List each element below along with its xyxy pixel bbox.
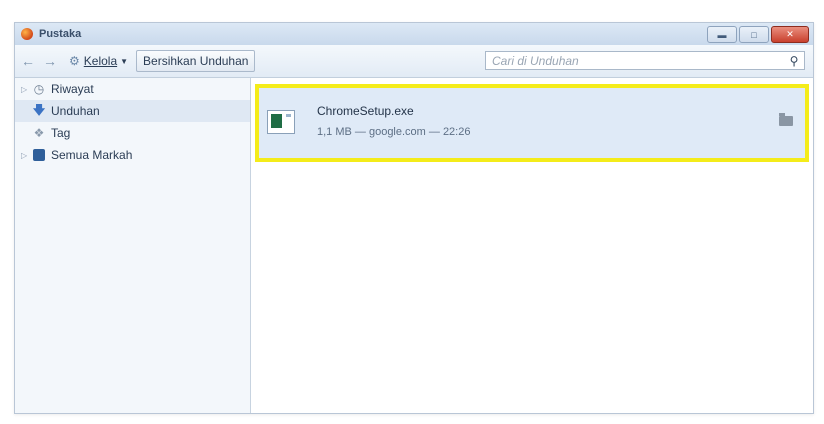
download-filename: ChromeSetup.exe <box>317 104 414 118</box>
library-window: Pustaka ▬ □ ✕ ← → ⚙ Kelola ▼ Bersihkan U… <box>14 22 814 414</box>
close-button[interactable]: ✕ <box>771 26 809 43</box>
organize-icon: ⚙ <box>69 54 80 68</box>
download-details: 1,1 MB — google.com — 22:26 <box>317 126 471 138</box>
search-box: ⚲ <box>485 51 805 70</box>
sidebar-item-downloads[interactable]: 🡇 Unduhan <box>15 100 250 122</box>
forward-arrow-icon[interactable]: → <box>41 53 59 69</box>
sidebar-item-label: Semua Markah <box>51 148 133 162</box>
minimize-button[interactable]: ▬ <box>707 26 737 43</box>
clear-downloads-label: Bersihkan Unduhan <box>143 54 249 68</box>
maximize-button[interactable]: □ <box>739 26 769 43</box>
manage-menu-button[interactable]: ⚙ Kelola ▼ <box>69 54 128 68</box>
window-title: Pustaka <box>39 28 82 40</box>
sidebar-item-all-bookmarks[interactable]: ▷ Semua Markah <box>15 144 250 166</box>
expand-arrow-icon[interactable]: ▷ <box>21 85 31 94</box>
download-icon: 🡇 <box>32 102 46 117</box>
download-item[interactable]: ChromeSetup.exe 1,1 MB — google.com — 22… <box>255 84 809 162</box>
minimize-icon: ▬ <box>717 29 727 40</box>
sidebar-item-label: Tag <box>51 126 71 140</box>
exe-file-icon <box>267 110 295 134</box>
titlebar[interactable]: Pustaka ▬ □ ✕ <box>15 23 813 45</box>
history-icon: ◷ <box>33 82 45 96</box>
downloads-list: ChromeSetup.exe 1,1 MB — google.com — 22… <box>251 78 813 413</box>
search-icon[interactable]: ⚲ <box>784 54 804 68</box>
sidebar-item-tags[interactable]: ❖ Tag <box>15 122 250 144</box>
expand-arrow-icon[interactable]: ▷ <box>21 151 31 160</box>
sidebar-item-label: Unduhan <box>51 104 100 118</box>
sidebar: ▷ ◷ Riwayat 🡇 Unduhan ❖ Tag ▷ Semua Mark… <box>15 78 251 413</box>
tag-icon: ❖ <box>33 126 45 140</box>
bookmarks-icon <box>33 149 45 161</box>
sidebar-item-history[interactable]: ▷ ◷ Riwayat <box>15 78 250 100</box>
clear-downloads-button[interactable]: Bersihkan Unduhan <box>136 50 256 72</box>
folder-icon[interactable] <box>779 113 793 126</box>
close-icon: ✕ <box>786 29 794 39</box>
window-controls: ▬ □ ✕ <box>707 26 809 43</box>
firefox-icon <box>21 28 33 40</box>
maximize-icon: □ <box>751 29 757 40</box>
search-input[interactable] <box>486 52 784 69</box>
sidebar-item-label: Riwayat <box>51 82 94 96</box>
back-arrow-icon[interactable]: ← <box>19 53 37 69</box>
toolbar: ← → ⚙ Kelola ▼ Bersihkan Unduhan ⚲ <box>15 45 813 78</box>
chevron-down-icon: ▼ <box>120 56 129 66</box>
manage-label: Kelola <box>83 54 118 68</box>
